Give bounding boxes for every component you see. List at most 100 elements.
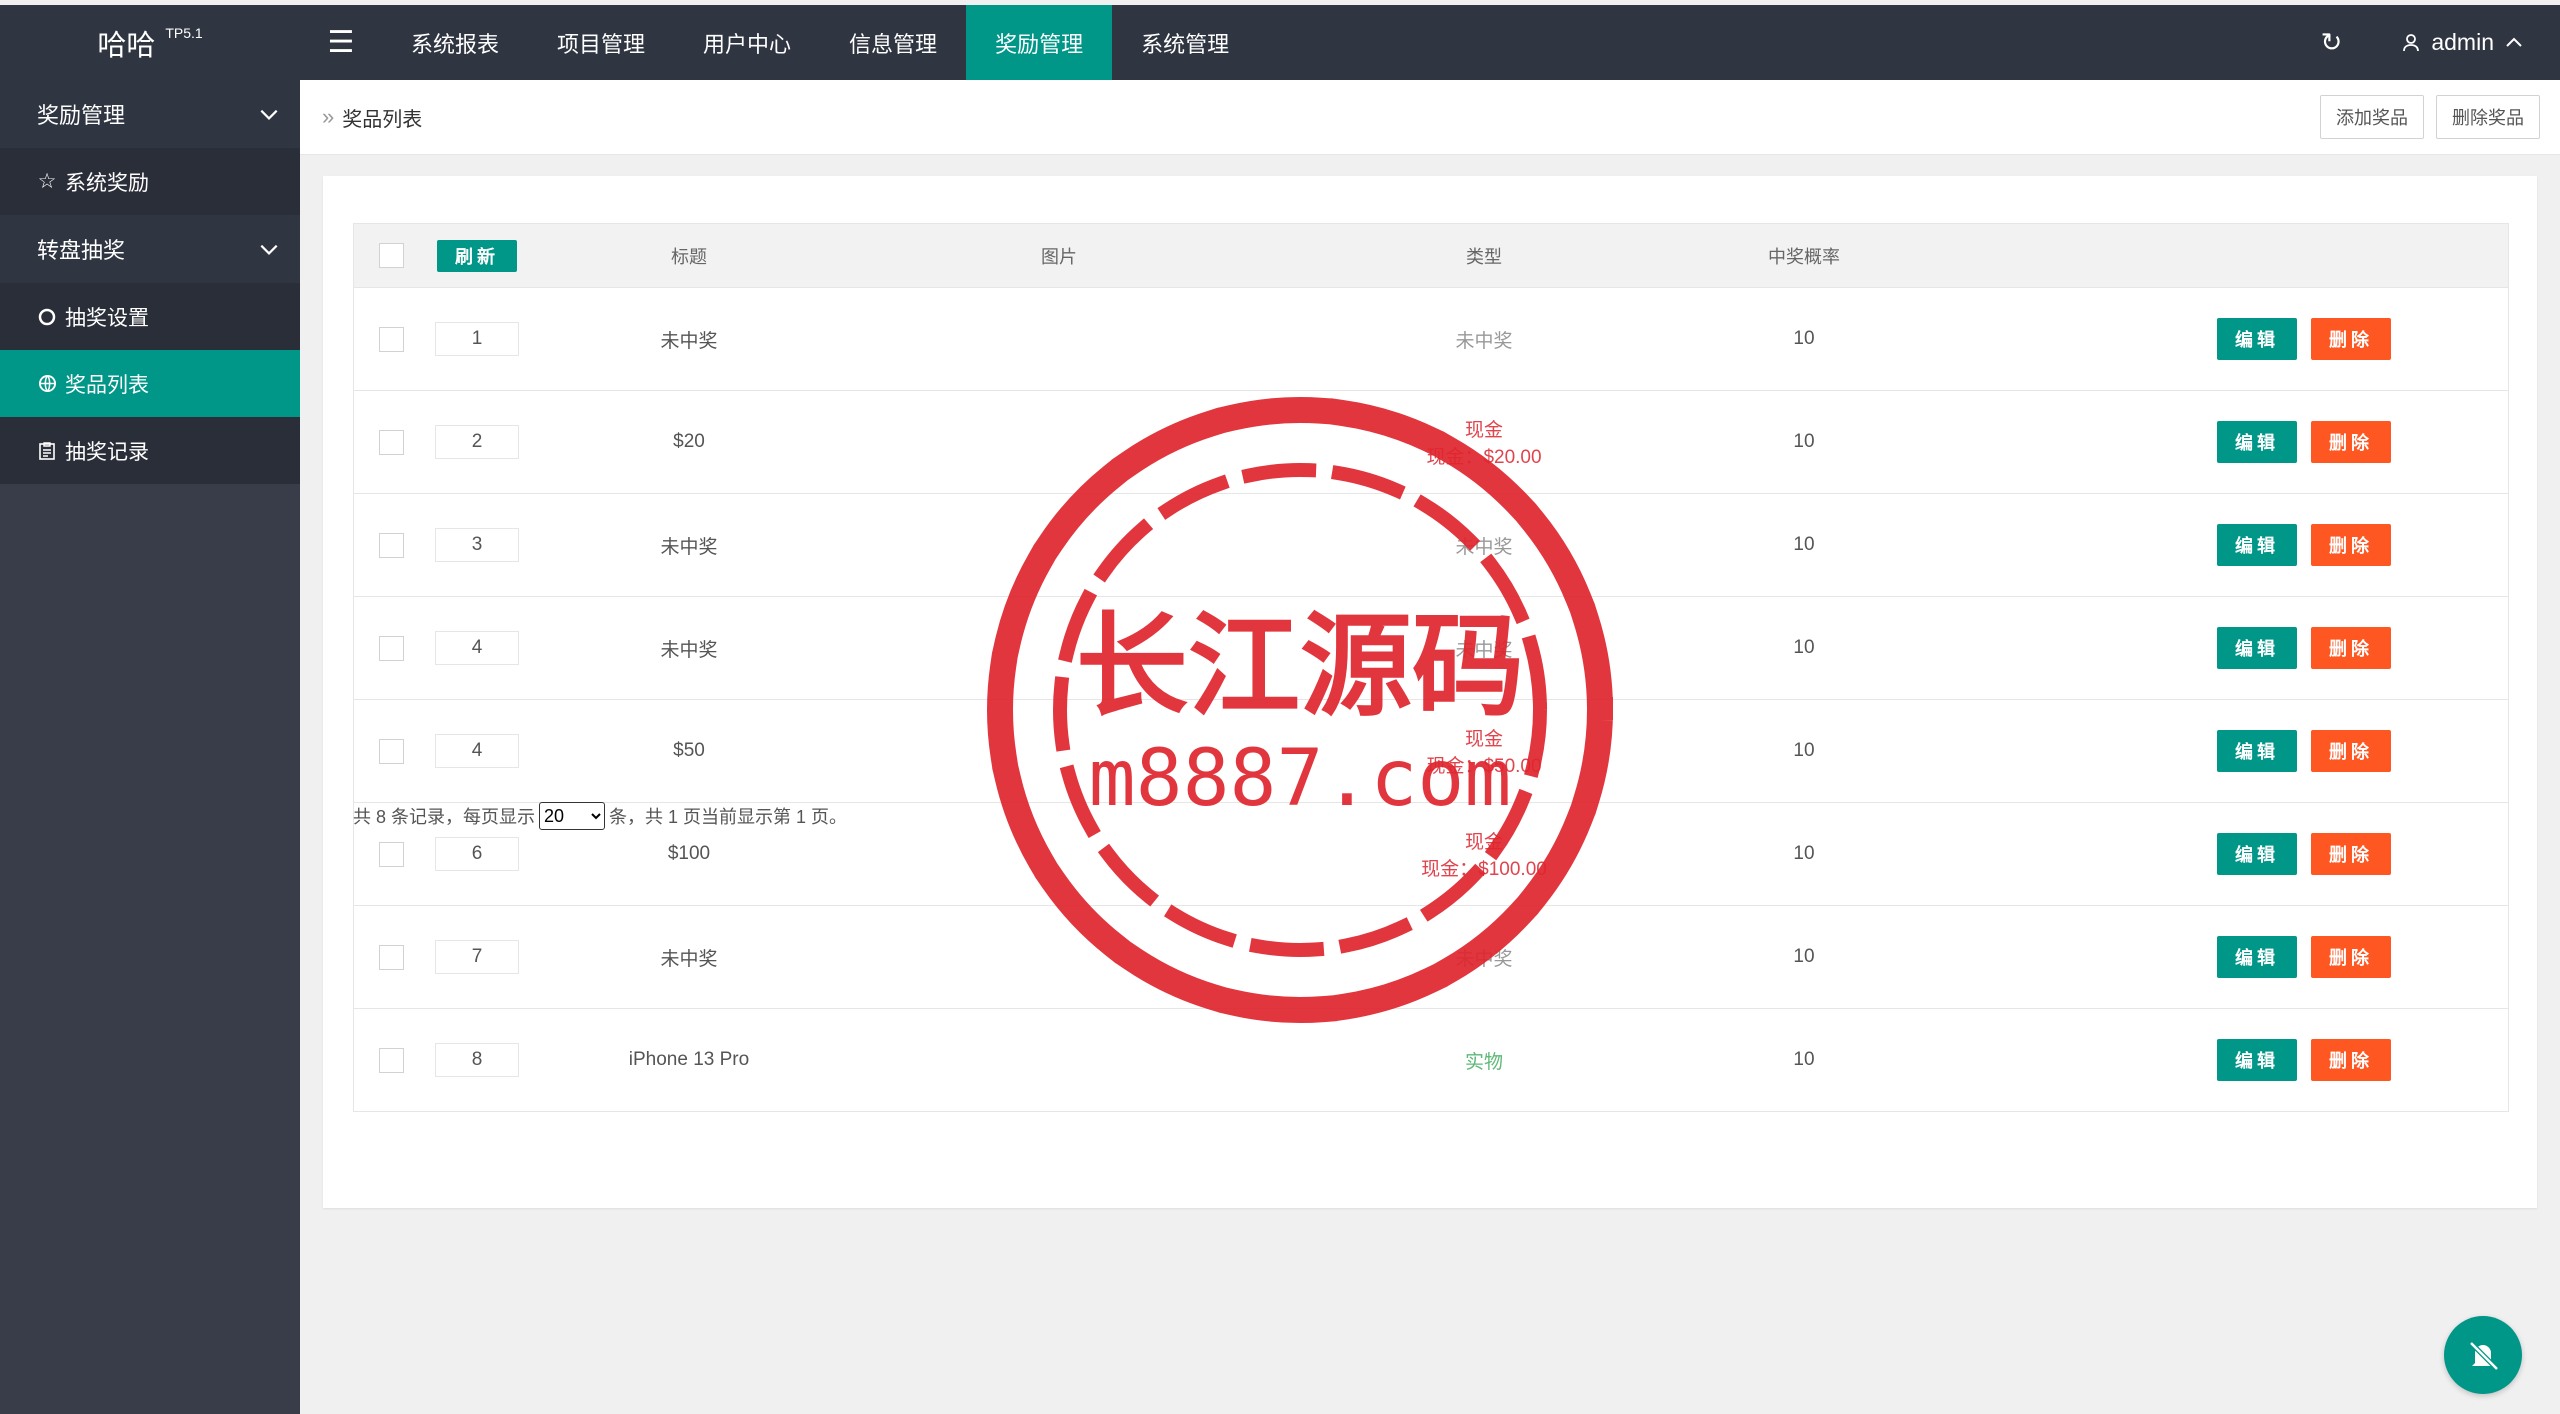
- row-checkbox[interactable]: [378, 1047, 404, 1073]
- prize-image: [974, 1009, 1144, 1111]
- select-all-checkbox[interactable]: [378, 243, 404, 268]
- win-rate: 10: [1793, 740, 1815, 761]
- edit-button[interactable]: 编辑: [2217, 1039, 2297, 1081]
- edit-button[interactable]: 编辑: [2217, 627, 2297, 669]
- double-chevron-right-icon: »: [322, 104, 335, 129]
- prize-image: [974, 597, 1144, 699]
- table-row: iPhone 13 Pro 实物 10 编辑删除: [354, 1008, 2508, 1111]
- table-row: 未中奖 未中奖 10 编辑删除: [354, 493, 2508, 596]
- floating-action-button[interactable]: [2444, 1316, 2522, 1394]
- edit-button[interactable]: 编辑: [2217, 833, 2297, 875]
- delete-button[interactable]: 删除: [2311, 936, 2391, 978]
- sort-order-input[interactable]: [435, 631, 519, 665]
- sort-order-input[interactable]: [435, 734, 519, 768]
- sidebar-item-lottery-settings[interactable]: 抽奖设置: [0, 283, 300, 350]
- edit-button[interactable]: 编辑: [2217, 936, 2297, 978]
- star-icon: ☆: [37, 170, 57, 193]
- bell-off-icon: [2469, 1341, 2499, 1371]
- hamburger-icon: ☰: [327, 26, 355, 59]
- sidebar-item-system-reward[interactable]: ☆ 系统奖励: [0, 148, 300, 215]
- prize-image: [974, 391, 1144, 493]
- prize-image: [974, 906, 1144, 1008]
- sort-order-input[interactable]: [435, 940, 519, 974]
- pagination-info: 共 8 条记录，每页显示 20 条，共 1 页当前显示第 1 页。: [353, 802, 847, 830]
- sidebar-item-lottery-records[interactable]: 抽奖记录: [0, 417, 300, 484]
- prize-image: [974, 700, 1144, 802]
- chevron-down-icon: [260, 244, 278, 255]
- row-checkbox[interactable]: [378, 738, 404, 764]
- prize-title: 未中奖: [660, 639, 718, 661]
- row-checkbox[interactable]: [378, 841, 404, 867]
- clipboard-icon: [37, 441, 57, 461]
- prize-type-label: 未中奖: [1455, 948, 1513, 970]
- row-checkbox[interactable]: [378, 635, 404, 661]
- user-menu[interactable]: admin: [2371, 5, 2560, 80]
- sort-order-input[interactable]: [435, 322, 519, 356]
- sidebar-group-wheel-lottery[interactable]: 转盘抽奖: [0, 215, 300, 283]
- breadcrumb: » 奖品列表: [322, 103, 422, 132]
- delete-button[interactable]: 删除: [2311, 318, 2391, 360]
- edit-button[interactable]: 编辑: [2217, 730, 2297, 772]
- prize-type-label: 现金: [1464, 420, 1503, 441]
- refresh-sort-button[interactable]: 刷新: [437, 239, 517, 272]
- nav-info-management[interactable]: 信息管理: [820, 5, 966, 80]
- prize-type: 现金 现金：$20.00: [1354, 391, 1614, 493]
- sort-order-input[interactable]: [435, 1043, 519, 1077]
- header-type: 类型: [1466, 246, 1502, 267]
- header-rate: 中奖概率: [1768, 246, 1840, 267]
- add-prize-button[interactable]: 添加奖品: [2320, 95, 2424, 139]
- prize-title: $20: [673, 431, 705, 452]
- nav-project-management[interactable]: 项目管理: [528, 5, 674, 80]
- delete-button[interactable]: 删除: [2311, 421, 2391, 463]
- prize-type-label: 现金: [1464, 729, 1503, 750]
- sort-order-input[interactable]: [435, 425, 519, 459]
- refresh-page-button[interactable]: ↻: [2291, 5, 2371, 80]
- sidebar-group-label: 转盘抽奖: [37, 238, 126, 263]
- delete-button[interactable]: 删除: [2311, 627, 2391, 669]
- win-rate: 10: [1793, 637, 1815, 658]
- row-checkbox[interactable]: [378, 532, 404, 558]
- prize-type-label: 现金: [1464, 832, 1503, 853]
- edit-button[interactable]: 编辑: [2217, 421, 2297, 463]
- prize-type-detail: 现金：$100.00: [1421, 859, 1547, 880]
- prize-title: iPhone 13 Pro: [628, 1049, 750, 1070]
- sort-order-input[interactable]: [435, 837, 519, 871]
- breadcrumb-bar: » 奖品列表 添加奖品 删除奖品: [300, 80, 2560, 155]
- header-title: 标题: [671, 246, 707, 267]
- delete-prizes-button[interactable]: 删除奖品: [2436, 95, 2540, 139]
- prize-type: 未中奖: [1354, 288, 1614, 390]
- nav-system-reports[interactable]: 系统报表: [382, 5, 528, 80]
- page-size-select[interactable]: 20: [539, 802, 606, 830]
- circle-icon: [37, 307, 57, 327]
- delete-button[interactable]: 删除: [2311, 833, 2391, 875]
- row-checkbox[interactable]: [378, 326, 404, 352]
- prize-table: 刷新 标题 图片 类型 中奖概率 未中奖未中奖10编辑删除$20现金现金：$20…: [353, 223, 2509, 1112]
- prize-type-label: 未中奖: [1455, 536, 1513, 558]
- edit-button[interactable]: 编辑: [2217, 318, 2297, 360]
- prize-type-detail: 现金：$50.00: [1426, 756, 1542, 777]
- win-rate: 10: [1793, 946, 1815, 967]
- breadcrumb-current: 奖品列表: [342, 108, 423, 131]
- sidebar-item-label: 抽奖记录: [65, 440, 149, 464]
- win-rate: 10: [1793, 328, 1815, 349]
- menu-toggle-button[interactable]: ☰: [300, 5, 382, 80]
- prize-type-label: 未中奖: [1455, 330, 1513, 352]
- chevron-down-icon: [260, 109, 278, 120]
- app-logo[interactable]: 哈哈 TP5.1: [0, 5, 300, 80]
- row-checkbox[interactable]: [378, 944, 404, 970]
- prize-image: [974, 803, 1144, 905]
- sort-order-input[interactable]: [435, 528, 519, 562]
- sidebar-item-label: 奖品列表: [65, 373, 149, 397]
- delete-button[interactable]: 删除: [2311, 1039, 2391, 1081]
- edit-button[interactable]: 编辑: [2217, 524, 2297, 566]
- row-checkbox[interactable]: [378, 429, 404, 455]
- nav-reward-management[interactable]: 奖励管理: [966, 5, 1113, 80]
- delete-button[interactable]: 删除: [2311, 730, 2391, 772]
- delete-button[interactable]: 删除: [2311, 524, 2391, 566]
- sidebar-group-reward[interactable]: 奖励管理: [0, 80, 300, 148]
- nav-system-management[interactable]: 系统管理: [1112, 5, 1258, 80]
- sidebar-item-prize-list[interactable]: 奖品列表: [0, 350, 300, 417]
- top-nav: 系统报表 项目管理 用户中心 信息管理 奖励管理 系统管理: [382, 5, 1258, 80]
- nav-user-center[interactable]: 用户中心: [674, 5, 820, 80]
- prize-type: 现金现金：$50.00: [1354, 700, 1614, 802]
